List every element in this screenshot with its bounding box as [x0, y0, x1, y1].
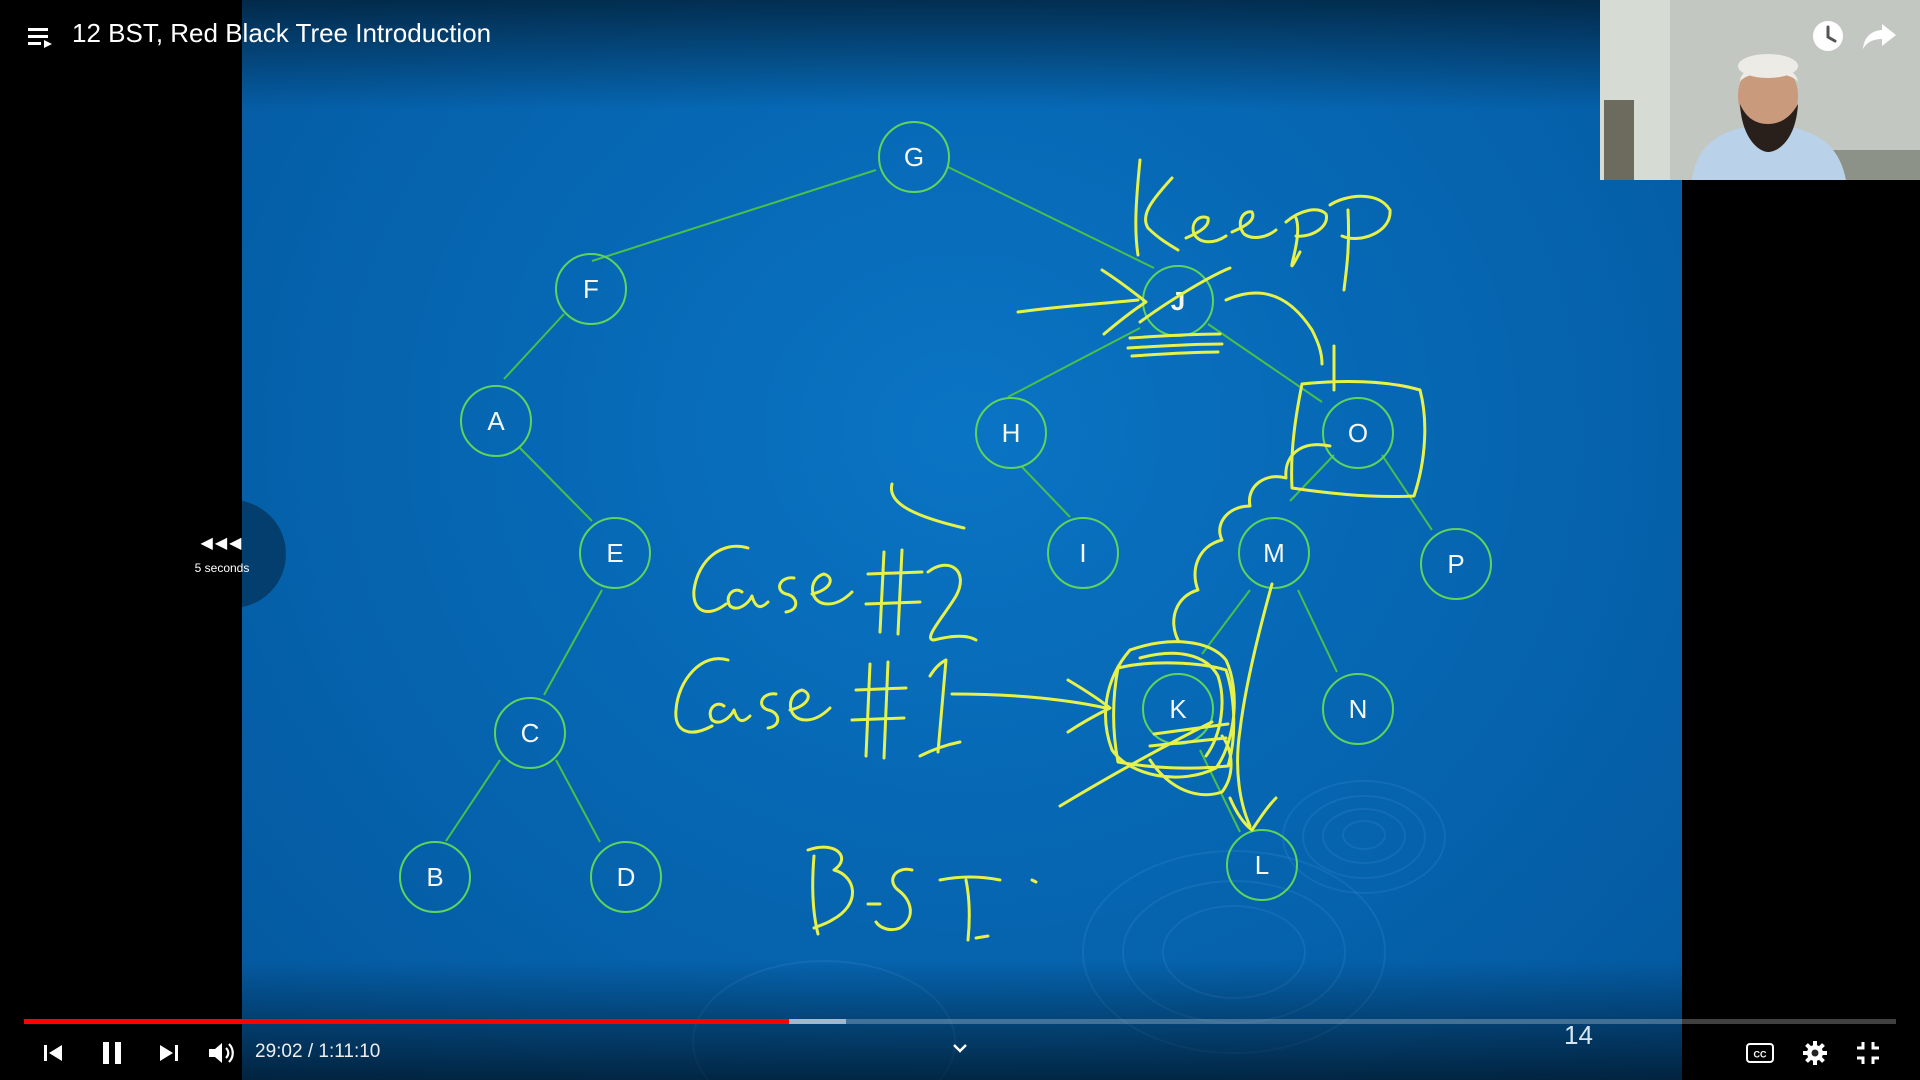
- progress-buffered: [789, 1019, 847, 1024]
- progress-bar[interactable]: [24, 1019, 1896, 1024]
- tree-node-f: F: [555, 253, 627, 325]
- rewind-arrows-icon: ◀◀◀: [200, 535, 244, 552]
- tree-node-n: N: [1322, 673, 1394, 745]
- exit-fullscreen-icon[interactable]: [1848, 1038, 1888, 1068]
- tree-node-c: C: [494, 697, 566, 769]
- tree-node-i: I: [1047, 517, 1119, 589]
- tree-node-h: H: [975, 397, 1047, 469]
- tree-node-k: K: [1142, 673, 1214, 745]
- seek-label: 5 seconds: [194, 561, 250, 575]
- tree-node-g: G: [878, 121, 950, 193]
- time-display: 29:02 / 1:11:10: [255, 1041, 381, 1062]
- slide-page-number: 14: [1564, 1020, 1593, 1050]
- tree-node-p: P: [1420, 528, 1492, 600]
- chevron-down-icon[interactable]: [950, 1040, 970, 1061]
- playlist-icon[interactable]: [26, 22, 56, 57]
- seek-back-indicator: ◀◀◀ 5 seconds: [158, 500, 286, 608]
- tree-node-o: O: [1322, 397, 1394, 469]
- tree-node-b: B: [399, 841, 471, 913]
- video-title[interactable]: 12 BST, Red Black Tree Introduction: [72, 18, 491, 49]
- tree-node-a: A: [460, 385, 532, 457]
- svg-text:CC: CC: [1754, 1050, 1767, 1060]
- clock-icon[interactable]: [1810, 18, 1846, 59]
- volume-icon[interactable]: [201, 1038, 241, 1068]
- gear-icon[interactable]: [1795, 1038, 1835, 1068]
- tree-node-j: J: [1142, 265, 1214, 337]
- tree-node-l: L: [1226, 829, 1298, 901]
- tree-node-m: M: [1238, 517, 1310, 589]
- cc-icon[interactable]: CC: [1740, 1038, 1780, 1068]
- share-icon[interactable]: [1862, 20, 1898, 57]
- progress-played: [24, 1019, 790, 1024]
- skip-previous-icon[interactable]: [33, 1038, 73, 1068]
- video-player[interactable]: G F J A H O E I M P C K N B D L 12 BST, …: [0, 0, 1920, 1080]
- skip-next-icon[interactable]: [149, 1038, 189, 1068]
- pause-icon[interactable]: [92, 1038, 132, 1068]
- tree-node-e: E: [579, 517, 651, 589]
- tree-node-d: D: [590, 841, 662, 913]
- water-ripple: [1342, 820, 1386, 850]
